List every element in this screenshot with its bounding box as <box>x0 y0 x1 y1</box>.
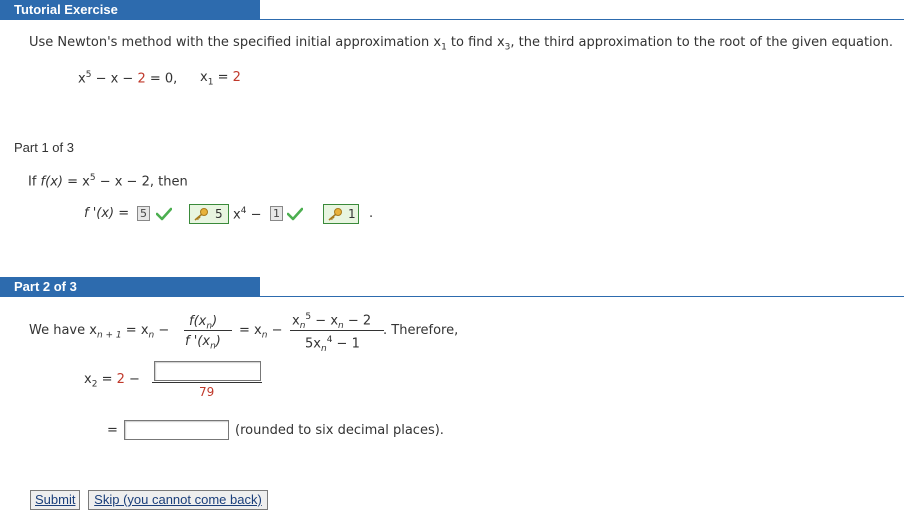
x2-denominator: 79 <box>199 385 215 399</box>
part1-statement: If f(x) = x5 − x − 2, then <box>28 173 188 190</box>
key-icon <box>328 208 342 221</box>
problem-statement: Use Newton's method with the specified i… <box>29 35 893 53</box>
equals-sign: = <box>107 423 118 438</box>
answer-box-constant: 1 <box>270 206 283 221</box>
fraction1-numerator: f(xn) <box>189 314 218 332</box>
part1-label: Part 1 of 3 <box>14 140 74 155</box>
part2-header-rule <box>260 296 904 297</box>
fraction2-denominator: 5xn4 − 1 <box>305 335 360 354</box>
rounding-note: (rounded to six decimal places). <box>235 423 444 438</box>
skip-button[interactable]: Skip (you cannot come back) <box>88 490 268 510</box>
key-value: 5 <box>215 207 223 221</box>
x2-fraction-bar <box>152 382 262 383</box>
answer-key-box-2[interactable]: 1 <box>323 204 359 224</box>
newton-formula-middle: = xn − <box>239 323 283 341</box>
x4-term: x4 − <box>233 206 262 223</box>
submit-button[interactable]: Submit <box>30 490 80 510</box>
fraction2-numerator: xn5 − xn − 2 <box>292 312 372 331</box>
x2-expression: x2 = 2 − <box>84 372 140 390</box>
result-input[interactable] <box>124 420 229 440</box>
fraction2-bar <box>290 330 384 331</box>
part2-header: Part 2 of 3 <box>0 277 260 297</box>
fraction1-bar <box>184 330 232 331</box>
check-icon <box>156 207 172 221</box>
answer-key-box-1[interactable]: 5 <box>189 204 229 224</box>
tutorial-header-rule <box>260 19 904 20</box>
part1-period: . <box>369 206 374 221</box>
key-icon <box>194 208 208 221</box>
newton-formula-lhs: We have xn + 1 = xn − <box>29 323 170 341</box>
initial-approximation: x1 = 2 <box>200 70 241 88</box>
given-equation: x5 − x − 2 = 0, <box>78 70 178 87</box>
check-icon <box>287 207 303 221</box>
therefore-text: . Therefore, <box>383 323 459 338</box>
fprime-label: f '(x) = <box>84 206 130 221</box>
key-value: 1 <box>348 207 356 221</box>
answer-box-coefficient: 5 <box>137 206 150 221</box>
tutorial-header: Tutorial Exercise <box>0 0 260 20</box>
fraction1-denominator: f '(xn) <box>185 334 221 352</box>
numerator-input[interactable] <box>154 361 261 381</box>
